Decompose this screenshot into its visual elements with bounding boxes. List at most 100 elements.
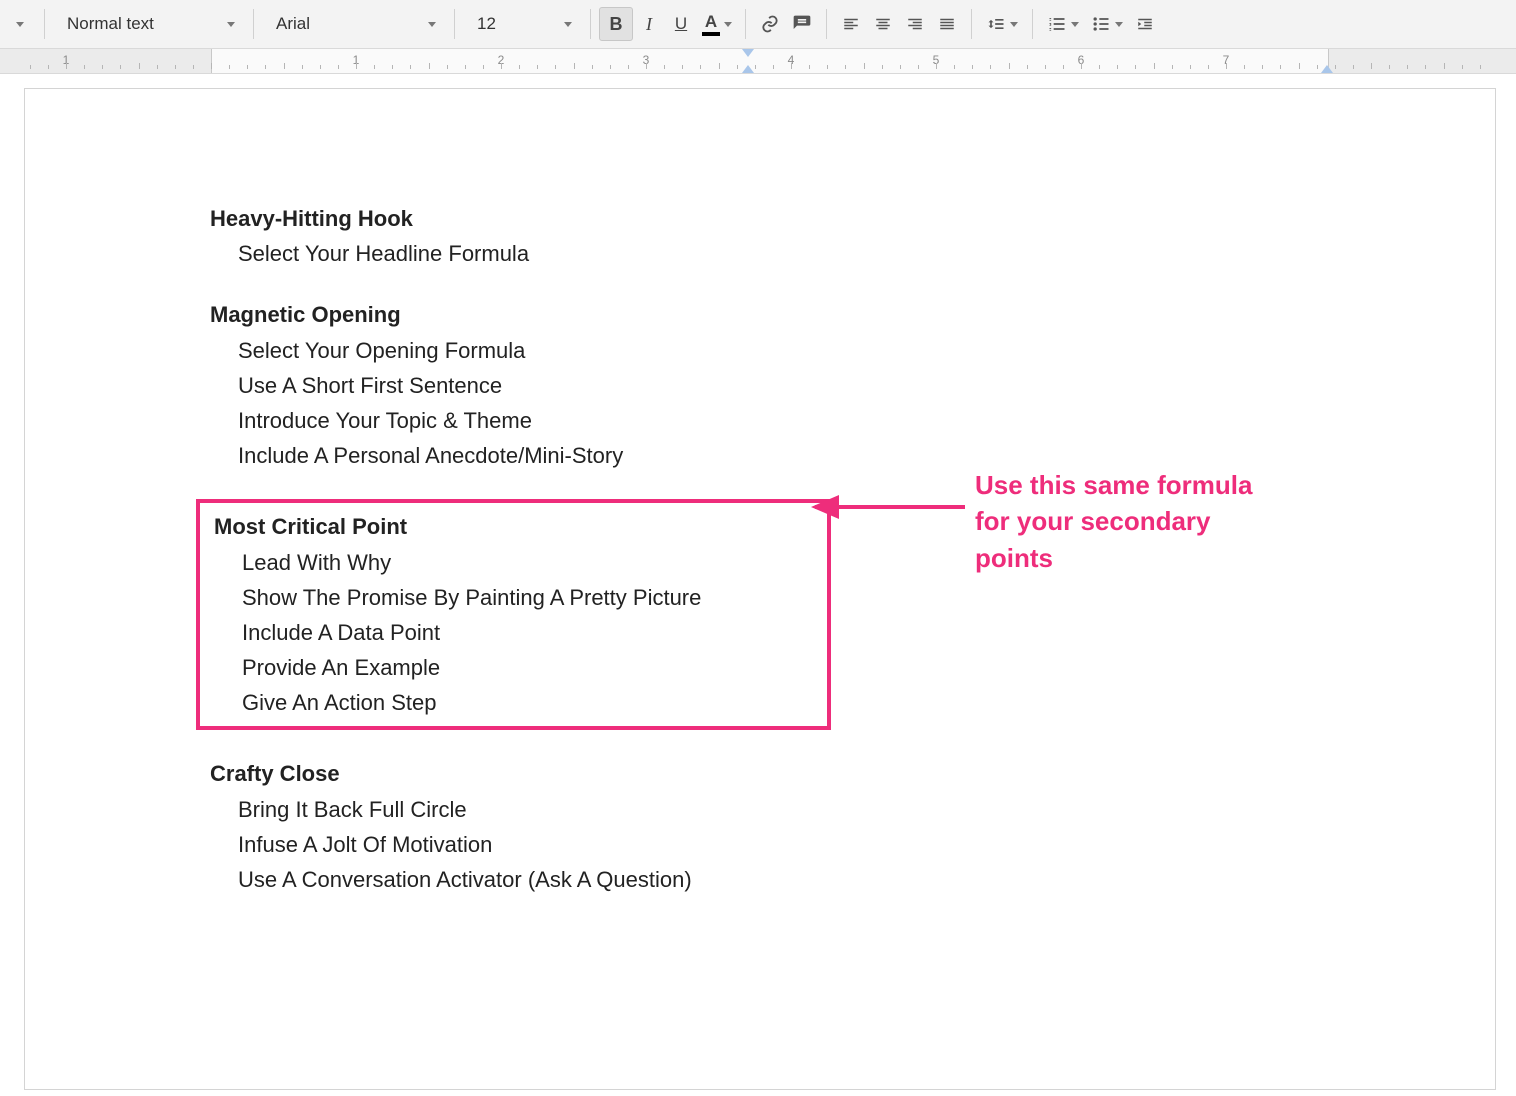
ruler-tick <box>737 65 738 69</box>
page-content[interactable]: Heavy-Hitting HookSelect Your Headline F… <box>210 201 1110 897</box>
italic-icon: I <box>646 14 652 35</box>
section-item[interactable]: Use A Conversation Activator (Ask A Ques… <box>238 862 1110 897</box>
section-item[interactable]: Bring It Back Full Circle <box>238 792 1110 827</box>
ruler-tick <box>320 65 321 69</box>
underline-icon: U <box>675 14 687 34</box>
ruler-tick <box>1117 65 1118 69</box>
section-item[interactable]: Include A Personal Anecdote/Mini-Story <box>238 438 1110 473</box>
ruler-tick <box>664 65 665 69</box>
section-item[interactable]: Lead With Why <box>242 545 821 580</box>
ruler-tick <box>1190 65 1191 69</box>
ruler-tick <box>1262 65 1263 69</box>
align-center-icon <box>874 15 892 33</box>
chevron-down-icon <box>16 22 24 27</box>
ruler-tick <box>610 65 611 69</box>
ruler-tick <box>465 65 466 69</box>
section-item[interactable]: Use A Short First Sentence <box>238 368 1110 403</box>
line-spacing-button[interactable] <box>980 8 1024 40</box>
page[interactable]: Heavy-Hitting HookSelect Your Headline F… <box>24 88 1496 1090</box>
font-size-dropdown[interactable]: 12 <box>463 8 582 40</box>
section-item[interactable]: Select Your Opening Formula <box>238 333 1110 368</box>
ruler-tick <box>646 63 647 69</box>
align-justify-button[interactable] <box>931 8 963 40</box>
section-title[interactable]: Heavy-Hitting Hook <box>210 201 1110 236</box>
ruler-tick <box>193 65 194 69</box>
align-left-button[interactable] <box>835 8 867 40</box>
align-left-icon <box>842 15 860 33</box>
ruler-tick <box>918 65 919 69</box>
ruler-tick <box>284 63 285 69</box>
ruler-tick <box>302 65 303 69</box>
ruler-tick <box>954 65 955 69</box>
ruler-tick <box>84 65 85 69</box>
align-right-button[interactable] <box>899 8 931 40</box>
italic-button[interactable]: I <box>633 8 665 40</box>
align-right-icon <box>906 15 924 33</box>
more-left-button[interactable] <box>4 8 36 40</box>
section-gap <box>210 473 1110 499</box>
text-color-icon: A <box>705 13 717 30</box>
chevron-down-icon <box>724 22 732 27</box>
section-item[interactable]: Select Your Headline Formula <box>238 236 1110 271</box>
ruler-tick <box>900 65 901 69</box>
ruler-tick <box>356 63 357 69</box>
insert-comment-button[interactable] <box>786 8 818 40</box>
bulleted-list-button[interactable] <box>1085 8 1129 40</box>
ruler-page-area <box>211 49 1329 73</box>
ruler-tick <box>102 65 103 69</box>
numbered-list-button[interactable] <box>1041 8 1085 40</box>
ruler-tick <box>592 65 593 69</box>
ruler-tick <box>265 65 266 69</box>
section-item[interactable]: Include A Data Point <box>242 615 821 650</box>
ruler-tick <box>1317 65 1318 69</box>
ruler-tick <box>1299 63 1300 69</box>
section-item[interactable]: Give An Action Step <box>242 685 821 720</box>
document-area: Heavy-Hitting HookSelect Your Headline F… <box>0 74 1516 1096</box>
right-indent-marker[interactable] <box>1321 65 1333 73</box>
separator <box>745 9 746 39</box>
ruler-tick <box>791 63 792 69</box>
section-item[interactable]: Introduce Your Topic & Theme <box>238 403 1110 438</box>
section-title[interactable]: Crafty Close <box>210 756 1110 791</box>
section-title[interactable]: Most Critical Point <box>214 509 821 544</box>
ruler-tick <box>755 65 756 69</box>
text-color-button[interactable]: A <box>697 8 737 40</box>
ruler-tick <box>574 63 575 69</box>
font-family-dropdown[interactable]: Arial <box>262 8 446 40</box>
decrease-indent-button[interactable] <box>1129 8 1161 40</box>
ruler-tick <box>864 63 865 69</box>
chevron-down-icon <box>1115 22 1123 27</box>
section-gap <box>210 271 1110 297</box>
chevron-down-icon <box>428 22 436 27</box>
ruler-tick <box>120 65 121 69</box>
section-title[interactable]: Magnetic Opening <box>210 297 1110 332</box>
ruler-tick <box>1353 65 1354 69</box>
ruler-tick <box>519 65 520 69</box>
separator <box>454 9 455 39</box>
ruler-tick <box>936 63 937 69</box>
ruler-tick <box>845 65 846 69</box>
section-item[interactable]: Infuse A Jolt Of Motivation <box>238 827 1110 862</box>
ruler-tick <box>1244 65 1245 69</box>
ruler-tick <box>157 65 158 69</box>
ruler-tick <box>1172 65 1173 69</box>
section-gap <box>210 730 1110 756</box>
bold-button[interactable]: B <box>599 7 633 41</box>
section-item[interactable]: Provide An Example <box>242 650 821 685</box>
link-icon <box>760 14 780 34</box>
ruler-tick <box>882 65 883 69</box>
hanging-indent-marker[interactable] <box>742 65 754 73</box>
ruler[interactable]: 11234567 <box>0 49 1516 74</box>
underline-button[interactable]: U <box>665 8 697 40</box>
ruler-tick <box>537 65 538 69</box>
ruler-tick <box>972 65 973 69</box>
paragraph-style-dropdown[interactable]: Normal text <box>53 8 245 40</box>
first-line-indent-marker[interactable] <box>742 49 754 57</box>
paragraph-style-label: Normal text <box>67 14 154 34</box>
ruler-tick <box>1226 63 1227 69</box>
align-center-button[interactable] <box>867 8 899 40</box>
insert-link-button[interactable] <box>754 8 786 40</box>
ruler-tick <box>501 63 502 69</box>
ruler-tick <box>247 65 248 69</box>
section-item[interactable]: Show The Promise By Painting A Pretty Pi… <box>242 580 821 615</box>
